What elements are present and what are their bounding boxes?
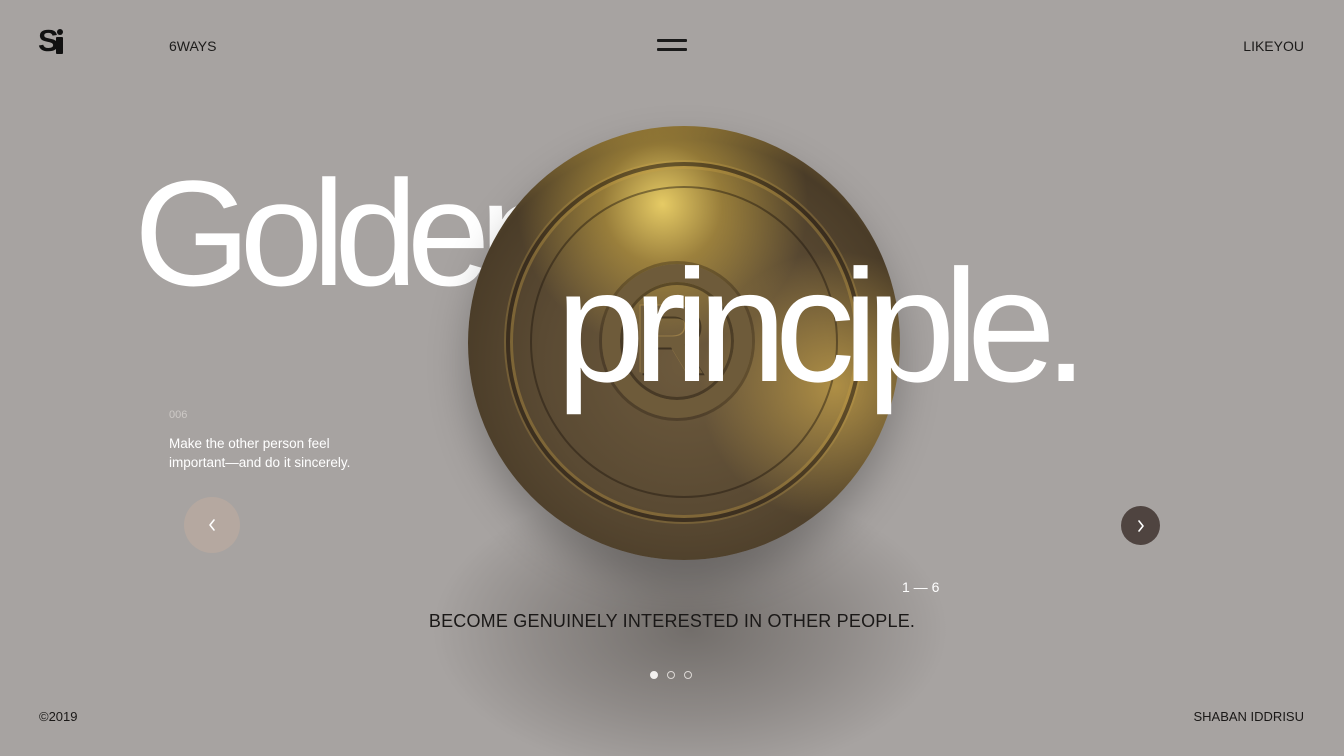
headline-line2: principle. (556, 236, 1088, 415)
next-button[interactable] (1121, 506, 1160, 545)
carousel-dot-2[interactable] (667, 671, 675, 679)
chevron-left-icon (209, 519, 215, 531)
logo-dot (57, 29, 63, 35)
nav-link-6ways[interactable]: 6WAYS (169, 38, 216, 54)
slide-counter: 1 — 6 (902, 579, 940, 595)
carousel-dot-3[interactable] (684, 671, 692, 679)
logo-stem (56, 37, 63, 54)
chevron-right-icon (1137, 519, 1144, 532)
slide-index: 006 (169, 409, 188, 421)
slide-quote: Make the other person feel important—and… (169, 436, 351, 470)
prev-button[interactable] (184, 497, 240, 553)
menu-line (657, 48, 687, 51)
hamburger-icon[interactable] (657, 39, 687, 53)
copyright: ©2019 (39, 709, 78, 724)
nav-link-likeyou[interactable]: LIKEYOU (1243, 38, 1304, 54)
logo[interactable]: S (38, 25, 68, 61)
carousel-dots (650, 671, 692, 679)
page: S 6WAYS LIKEYOU Golden R principle. 006 … (0, 0, 1344, 756)
carousel-dot-1[interactable] (650, 671, 658, 679)
menu-line (657, 39, 687, 42)
slide-caption: BECOME GENUINELY INTERESTED IN OTHER PEO… (428, 611, 916, 631)
author-link[interactable]: SHABAN IDDRISU (1193, 709, 1304, 724)
logo-letter: S (38, 23, 59, 58)
